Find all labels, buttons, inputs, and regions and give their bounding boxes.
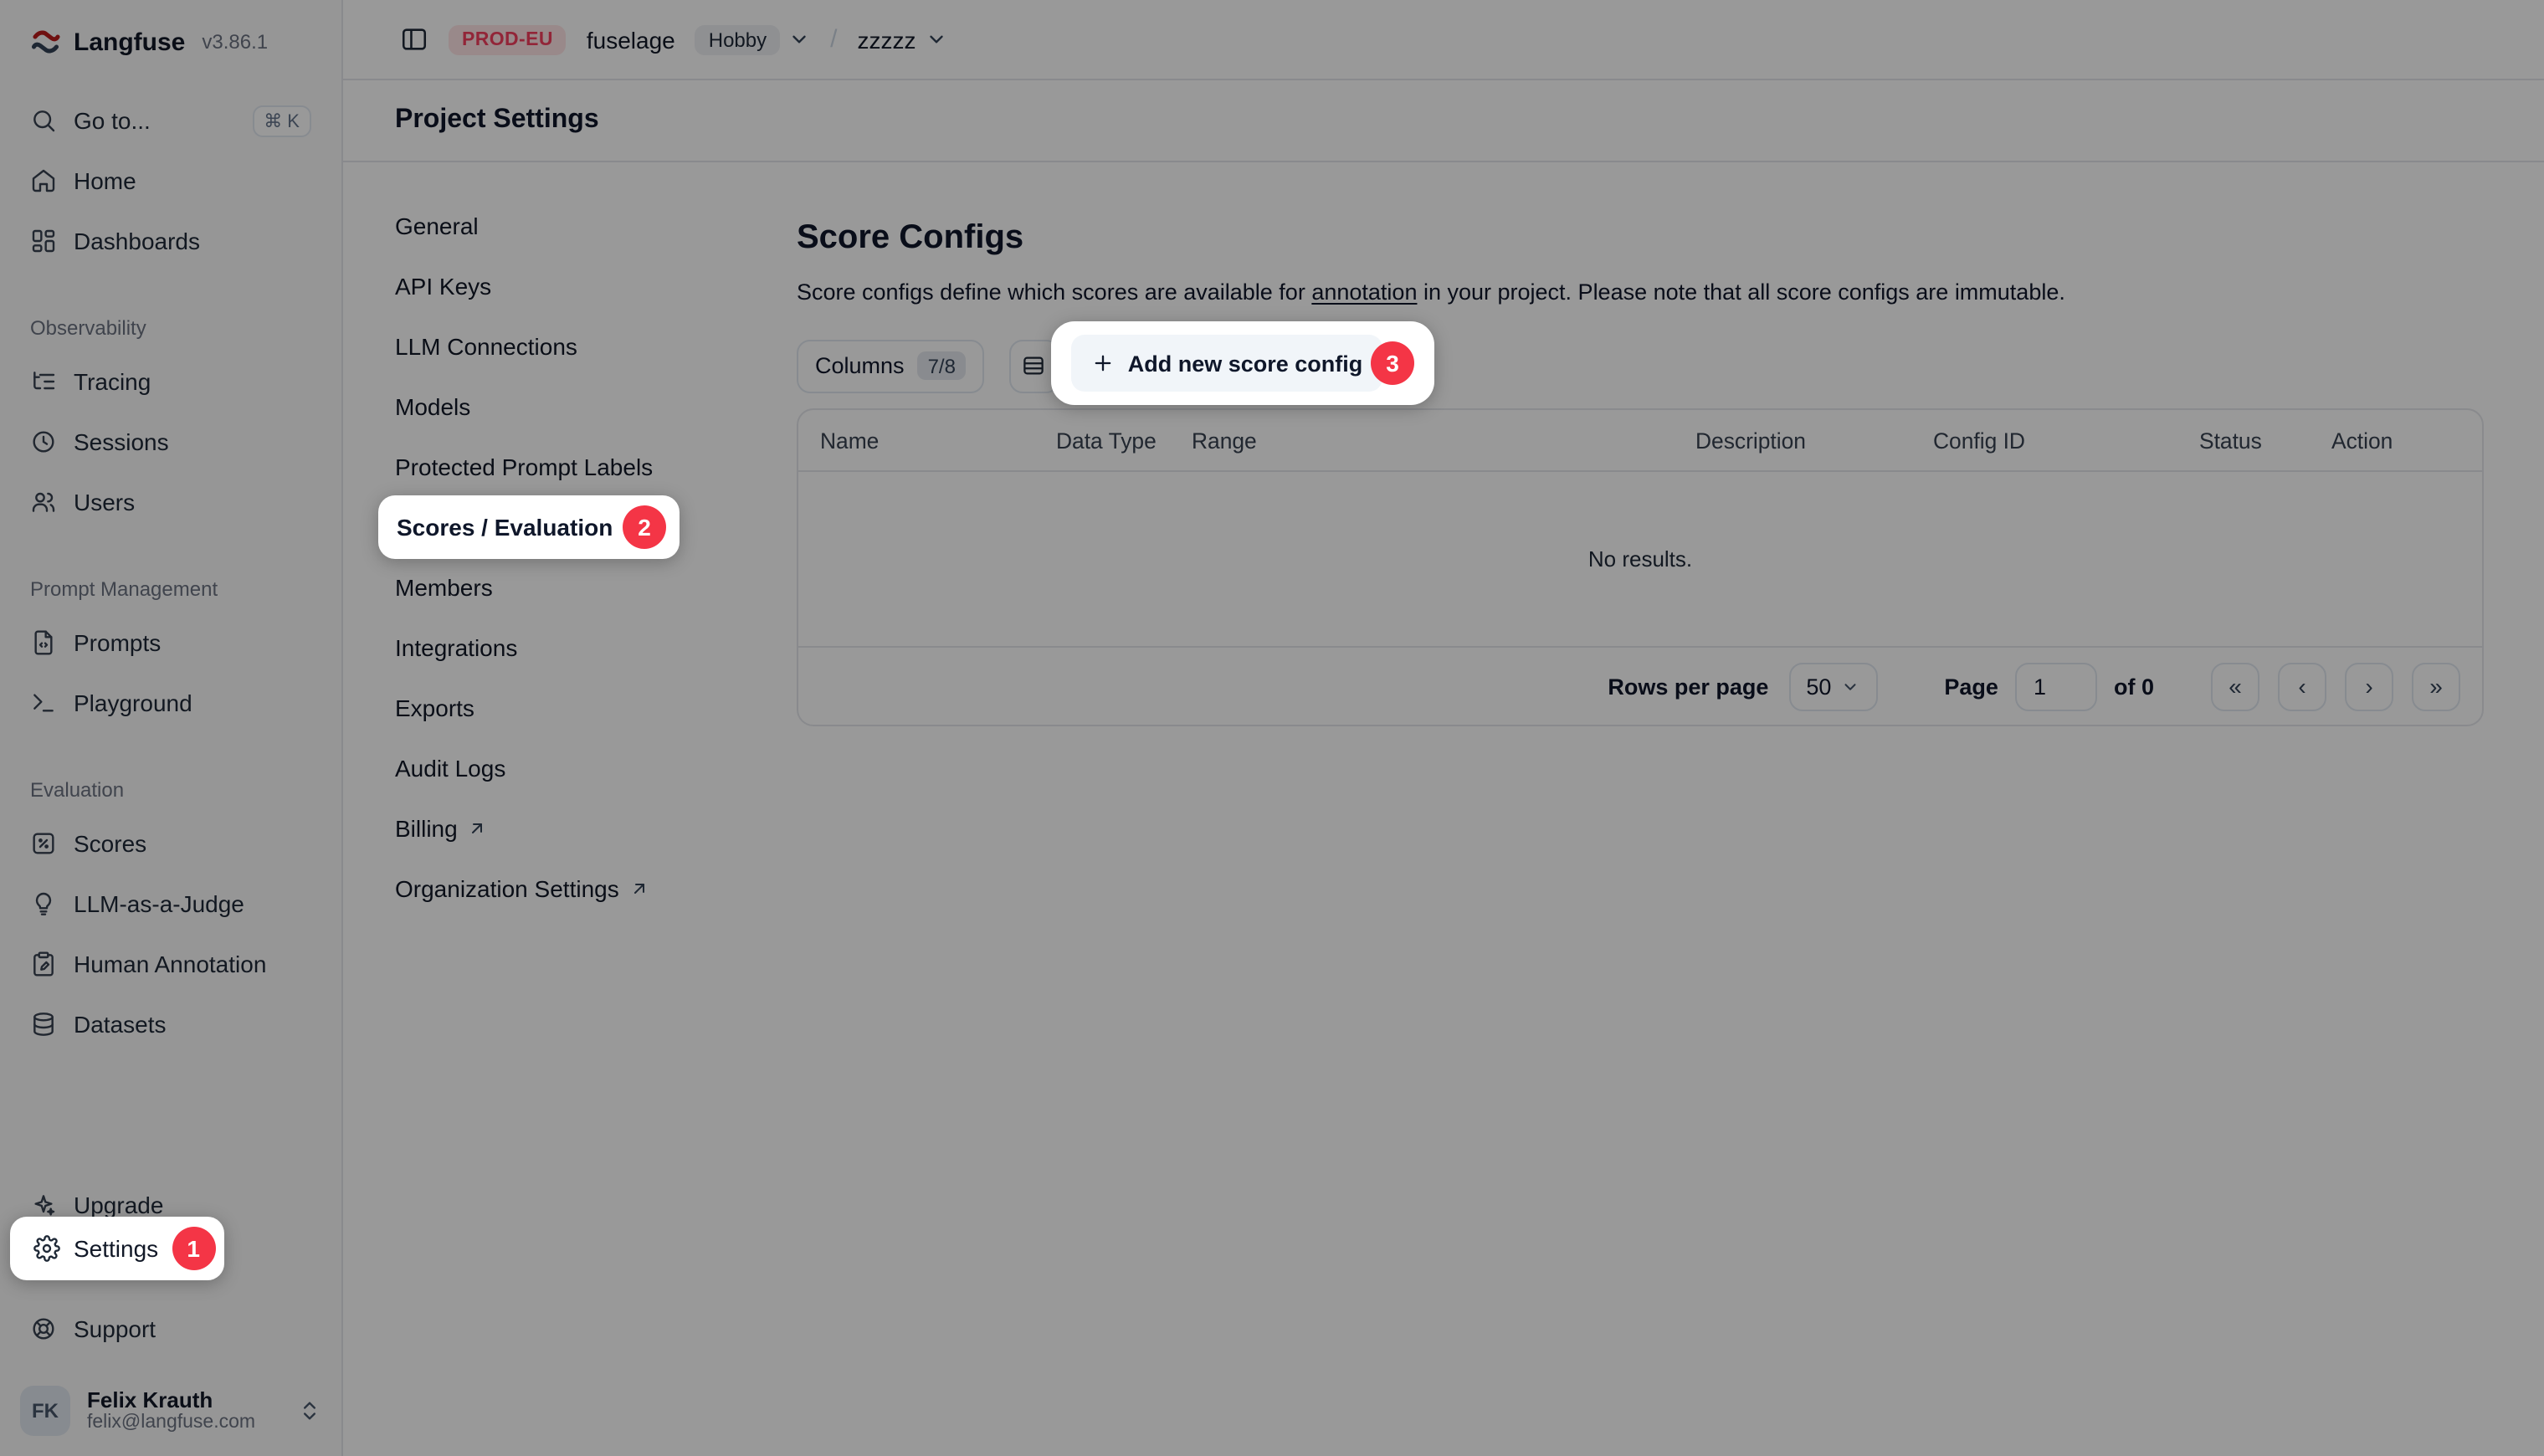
tour-dim-overlay [0, 0, 2544, 1456]
tour-step-2-badge: 2 [623, 505, 666, 549]
settings-label: Settings [74, 1235, 158, 1262]
tour-highlight-add-score-config: Add new score config 3 [1051, 321, 1434, 405]
plus-icon [1091, 351, 1115, 375]
add-score-config-button[interactable]: Add new score config [1071, 335, 1382, 392]
tour-highlight-scores-evaluation[interactable]: Scores / Evaluation 2 [378, 495, 680, 559]
tour-step-3-badge: 3 [1371, 341, 1414, 385]
app-root: Langfuse v3.86.1 Go to... ⌘ K Ho [0, 0, 2544, 1456]
tour-highlight-settings[interactable]: Settings 1 [10, 1217, 224, 1280]
scores-evaluation-label: Scores / Evaluation [397, 514, 613, 541]
gear-icon [33, 1235, 60, 1262]
tour-step-1-badge: 1 [172, 1227, 215, 1270]
add-score-config-label: Add new score config [1128, 351, 1363, 376]
